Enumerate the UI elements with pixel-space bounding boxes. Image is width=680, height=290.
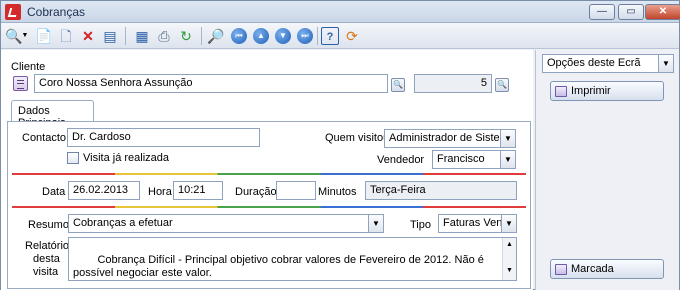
delete-icon[interactable]: ✕: [79, 27, 97, 45]
chevron-down-icon[interactable]: ▼: [501, 215, 516, 232]
help-icon[interactable]: ?: [321, 27, 339, 45]
print-button-label: Imprimir: [571, 85, 611, 97]
type-label: Tipo: [410, 219, 431, 231]
summary-label: Resumo: [28, 219, 69, 231]
window-title: Cobranças: [27, 5, 86, 19]
summary-select[interactable]: Cobranças a efetuar ▼: [68, 214, 384, 233]
toolbar-separator: [201, 27, 202, 45]
calendar-icon: [555, 264, 567, 275]
minimize-button[interactable]: —: [589, 4, 615, 20]
visit-done-label: Visita já realizada: [83, 152, 170, 164]
properties-icon[interactable]: ▤: [101, 27, 119, 45]
tab-panel: Contacto Dr. Cardoso Quem visitou Admini…: [7, 121, 531, 289]
app-window: Cobranças — ▭ ✕ 🔍 ▼ 📄 🗋 ✕ ▤ ▦ ⎙ ↻ 🔎 ⏮ ▲ …: [0, 0, 680, 290]
toolbar-separator: [125, 27, 126, 45]
visit-done-checkbox[interactable]: [67, 152, 79, 164]
main-area: Cliente Coro Nossa Senhora Assunção 🔍 5 …: [1, 50, 533, 290]
client-list-button[interactable]: [13, 76, 28, 91]
client-search-button[interactable]: 🔍: [391, 78, 405, 92]
screen-options-value: Opções deste Ecrã: [547, 57, 641, 69]
chevron-down-icon[interactable]: ▼: [368, 215, 383, 232]
visited-by-select[interactable]: Administrador de Sistema ▼: [384, 129, 516, 148]
report-scrollbar[interactable]: ▲ ▼: [502, 238, 516, 280]
toolbar: 🔍 ▼ 📄 🗋 ✕ ▤ ▦ ⎙ ↻ 🔎 ⏮ ▲ ▼ ⏭ ? ⟳: [1, 23, 679, 49]
vendor-value: Francisco: [437, 153, 485, 165]
table-icon[interactable]: ▦: [133, 27, 151, 45]
chevron-down-icon[interactable]: ▼: [658, 55, 673, 72]
copy-document-icon[interactable]: 🗋: [57, 27, 75, 45]
next-record-icon[interactable]: ▼: [275, 28, 291, 44]
title-bar: Cobranças — ▭ ✕: [1, 1, 680, 23]
print-icon: [555, 86, 567, 97]
client-label: Cliente: [11, 61, 46, 73]
print-icon[interactable]: ⎙: [155, 27, 173, 45]
marked-button[interactable]: Marcada: [550, 259, 664, 279]
new-document-icon[interactable]: 📄: [35, 27, 53, 45]
weekday-field: Terça-Feira: [365, 181, 517, 200]
sync-icon[interactable]: ⟳: [343, 27, 361, 45]
chevron-down-icon[interactable]: ▼: [500, 151, 515, 168]
report-label-line-1: Relatório: [25, 240, 70, 252]
tab-dados-principais[interactable]: Dados Principais: [11, 100, 94, 129]
print-button[interactable]: Imprimir: [550, 81, 664, 101]
visited-by-label: Quem visitou: [325, 132, 390, 144]
refresh-icon[interactable]: ↻: [177, 27, 195, 45]
client-number-search-button[interactable]: 🔍: [495, 78, 509, 92]
visited-by-value: Administrador de Sistema: [389, 132, 515, 144]
close-button[interactable]: ✕: [645, 4, 680, 20]
section-divider: [12, 206, 526, 208]
duration-label: Duração: [235, 186, 277, 198]
preview-icon[interactable]: 🔎: [207, 27, 225, 45]
first-record-icon[interactable]: ⏮: [231, 28, 247, 44]
chevron-down-icon[interactable]: ▼: [500, 130, 515, 147]
report-text: Cobrança Difícil - Principal objetivo co…: [73, 254, 484, 279]
duration-field[interactable]: [276, 181, 316, 200]
date-field[interactable]: 26.02.2013: [68, 181, 140, 200]
dropdown-arrow-icon[interactable]: ▼: [21, 27, 29, 45]
type-select[interactable]: Faturas Vencid ▼: [438, 214, 517, 233]
client-name-field[interactable]: Coro Nossa Senhora Assunção: [34, 74, 388, 93]
previous-record-icon[interactable]: ▲: [253, 28, 269, 44]
vendor-select[interactable]: Francisco ▼: [432, 150, 516, 169]
contacto-label: Contacto: [22, 132, 67, 144]
report-label-line-2: desta: [33, 253, 60, 265]
summary-value: Cobranças a efetuar: [73, 217, 173, 229]
report-textarea[interactable]: Cobrança Difícil - Principal objetivo co…: [68, 237, 517, 281]
last-record-icon[interactable]: ⏭: [297, 28, 313, 44]
side-panel: Opções deste Ecrã ▼ Imprimir Marcada: [535, 50, 679, 290]
date-label: Data: [42, 186, 66, 198]
hour-label: Hora: [148, 186, 172, 198]
report-label-line-3: visita: [33, 266, 59, 278]
marked-button-label: Marcada: [571, 263, 614, 275]
contacto-field[interactable]: Dr. Cardoso: [67, 128, 260, 147]
app-logo-icon: [5, 4, 21, 20]
client-number-field: 5: [414, 74, 492, 93]
hour-field[interactable]: 10:21: [173, 181, 223, 200]
toolbar-separator: [317, 27, 318, 45]
vendor-label: Vendedor: [377, 154, 425, 166]
minutes-label: Minutos: [318, 186, 357, 198]
section-divider: [12, 173, 526, 175]
maximize-button[interactable]: ▭: [618, 4, 644, 20]
screen-options-select[interactable]: Opções deste Ecrã ▼: [542, 54, 674, 73]
